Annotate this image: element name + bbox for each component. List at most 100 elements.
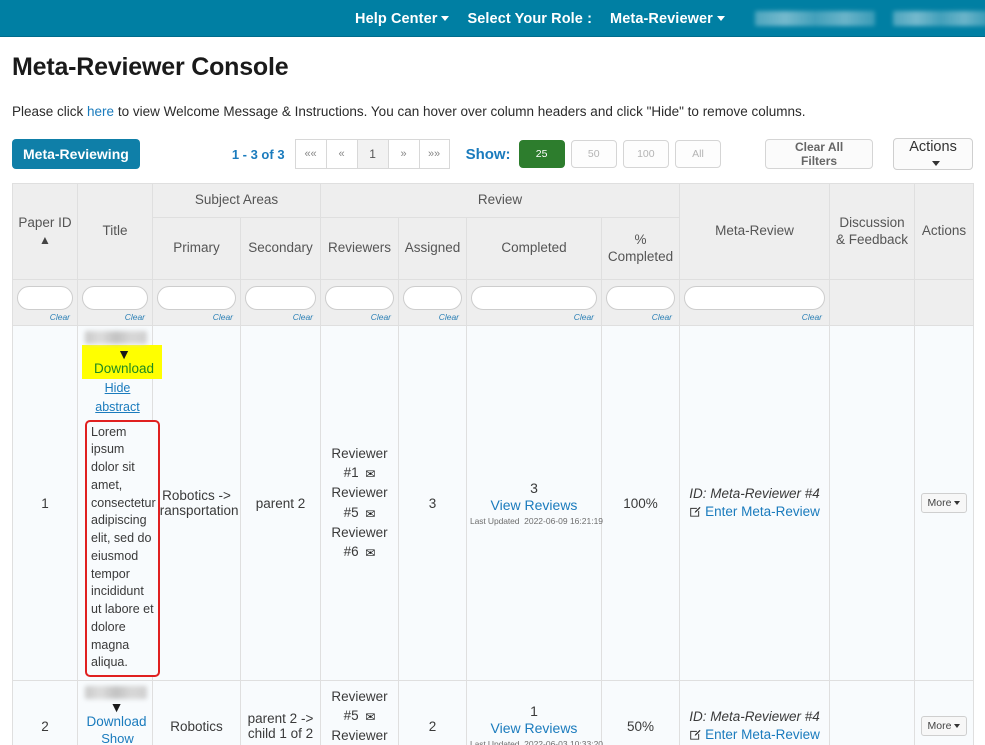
list-item: Reviewer #5 ✉ bbox=[324, 687, 395, 726]
pager-first[interactable]: «« bbox=[294, 139, 326, 169]
filter-clear-secondary[interactable]: Clear bbox=[245, 312, 316, 322]
filter-input-primary[interactable] bbox=[157, 286, 236, 310]
meta-reviewer-id: ID: Meta-Reviewer #4 bbox=[689, 485, 820, 501]
filter-clear-paper-id[interactable]: Clear bbox=[17, 312, 73, 322]
completed-count: 1 bbox=[530, 703, 538, 719]
cell-secondary: parent 2 -> child 1 of 2 bbox=[240, 680, 321, 745]
cell-meta-review: ID: Meta-Reviewer #4 Enter Meta-Review bbox=[679, 680, 831, 745]
pencil-square-icon bbox=[689, 728, 702, 744]
th-discussion-feedback[interactable]: Discussion & Feedback bbox=[829, 183, 916, 280]
filter-input-title[interactable] bbox=[82, 286, 148, 310]
enter-meta-review-link[interactable]: Enter Meta-Review bbox=[683, 504, 826, 521]
nav-role-meta-reviewer[interactable]: Meta-Reviewer bbox=[610, 11, 725, 27]
th-group-review: Review bbox=[319, 183, 681, 218]
reviewer-list: Reviewer #1 ✉ Reviewer #5 ✉ Reviewer #6 … bbox=[324, 444, 395, 562]
more-dropdown-button[interactable]: More bbox=[920, 493, 968, 513]
cell-paper-id: 2 bbox=[12, 680, 78, 745]
enter-meta-review-link[interactable]: Enter Meta-Review bbox=[683, 727, 826, 744]
reviewer-name: Reviewer #6 bbox=[331, 524, 388, 559]
filter-input-assigned[interactable] bbox=[403, 286, 462, 310]
cell-completed: 3 View Reviews Last Updated 2022-06-09 1… bbox=[466, 325, 603, 681]
filter-input-paper-id[interactable] bbox=[17, 286, 73, 310]
abstract-text: Lorem ipsum dolor sit amet, consectetur … bbox=[85, 419, 160, 677]
show-100-button[interactable]: 100 bbox=[622, 140, 669, 168]
th-secondary[interactable]: Secondary bbox=[240, 217, 321, 280]
reviewer-list: Reviewer #5 ✉ Reviewer #4 ✉ bbox=[324, 687, 395, 745]
cell-paper-id: 1 bbox=[12, 325, 78, 681]
nav-help-center[interactable]: Help Center bbox=[355, 10, 450, 27]
filter-input-meta-review[interactable] bbox=[684, 286, 826, 310]
pager-prev[interactable]: « bbox=[325, 139, 357, 169]
pager-last[interactable]: »» bbox=[418, 139, 450, 169]
chevron-down-icon bbox=[954, 724, 961, 729]
cell-reviewers: Reviewer #5 ✉ Reviewer #4 ✉ bbox=[320, 680, 399, 745]
th-completed[interactable]: Completed bbox=[466, 217, 602, 280]
filter-clear-primary[interactable]: Clear bbox=[157, 312, 236, 322]
filter-input-secondary[interactable] bbox=[245, 286, 316, 310]
envelope-icon[interactable]: ✉ bbox=[365, 709, 375, 726]
nav-redacted-item-1[interactable] bbox=[754, 11, 875, 26]
view-reviews-link[interactable]: View Reviews bbox=[470, 720, 598, 736]
th-title[interactable]: Title bbox=[77, 183, 153, 280]
filter-clear-title[interactable]: Clear bbox=[82, 312, 148, 322]
filter-clear-reviewers[interactable]: Clear bbox=[325, 312, 394, 322]
envelope-icon[interactable]: ✉ bbox=[365, 506, 375, 523]
nav-help-center-label: Help Center bbox=[355, 10, 438, 27]
cell-actions: More bbox=[914, 680, 975, 745]
papers-table: Paper ID ▲ Title Subject Areas Review Met… bbox=[12, 183, 975, 745]
pager-next[interactable]: » bbox=[387, 139, 419, 169]
cell-title: ▼ Download Show Abstract bbox=[77, 680, 153, 745]
enter-meta-review-label: Enter Meta-Review bbox=[705, 726, 820, 742]
filter-clear-completed[interactable]: Clear bbox=[471, 312, 597, 322]
instructions-text: Please click here to view Welcome Messag… bbox=[12, 104, 973, 119]
cell-completed: 1 View Reviews Last Updated 2022-06-03 1… bbox=[466, 680, 604, 745]
cell-actions: More bbox=[914, 325, 975, 681]
last-updated-value: 2022-06-03 10:33:20 bbox=[524, 739, 604, 745]
top-navigation-bar: Help Center Select Your Role : Meta-Revi… bbox=[0, 0, 985, 37]
actions-dropdown-button[interactable]: Actions bbox=[893, 138, 973, 170]
filter-cell-completed: Clear bbox=[466, 279, 602, 326]
abstract-toggle-link[interactable]: Show Abstract bbox=[86, 729, 149, 745]
th-primary[interactable]: Primary bbox=[152, 217, 241, 280]
filter-cell-primary: Clear bbox=[152, 279, 241, 326]
th-pct-completed[interactable]: % Completed bbox=[600, 217, 681, 280]
chevron-down-icon bbox=[931, 160, 940, 166]
instructions-here-link[interactable]: here bbox=[87, 104, 114, 119]
page-title: Meta-Reviewer Console bbox=[12, 53, 289, 81]
download-link[interactable]: Download bbox=[84, 714, 149, 729]
filter-input-completed[interactable] bbox=[471, 286, 597, 310]
th-assigned[interactable]: Assigned bbox=[398, 217, 467, 280]
filter-input-reviewers[interactable] bbox=[325, 286, 394, 310]
show-all-button[interactable]: All bbox=[674, 140, 721, 168]
abstract-toggle-link[interactable]: Hide abstract bbox=[86, 379, 149, 417]
more-dropdown-button[interactable]: More bbox=[920, 716, 968, 736]
pager-page-1[interactable]: 1 bbox=[356, 139, 388, 169]
filter-clear-assigned[interactable]: Clear bbox=[403, 312, 462, 322]
filter-cell-secondary: Clear bbox=[240, 279, 321, 326]
instructions-prefix: Please click bbox=[12, 104, 88, 119]
cell-secondary: parent 2 bbox=[240, 325, 321, 681]
th-reviewers[interactable]: Reviewers bbox=[320, 217, 399, 280]
filter-clear-meta-review[interactable]: Clear bbox=[684, 312, 825, 322]
envelope-icon[interactable]: ✉ bbox=[365, 545, 375, 562]
group-header-row: Paper ID ▲ Title Subject Areas Review Met… bbox=[12, 183, 975, 280]
table-head: Paper ID ▲ Title Subject Areas Review Met… bbox=[12, 183, 975, 326]
filter-row: Clear Clear Clear Clear Clear Clear Clea… bbox=[12, 279, 975, 326]
nav-redacted-item-2[interactable] bbox=[892, 11, 985, 26]
th-meta-review[interactable]: Meta-Review bbox=[679, 183, 831, 280]
filter-input-pct-completed[interactable] bbox=[606, 286, 676, 310]
table-row: 1 ▼ Download Hide abstract Lorem ipsum d… bbox=[12, 325, 975, 681]
show-50-button[interactable]: 50 bbox=[570, 140, 617, 168]
download-link[interactable]: Download bbox=[88, 361, 160, 376]
cell-title: ▼ Download Hide abstract Lorem ipsum dol… bbox=[77, 325, 162, 681]
tab-meta-reviewing[interactable]: Meta-Reviewing bbox=[12, 139, 140, 169]
view-reviews-link[interactable]: View Reviews bbox=[470, 497, 598, 513]
envelope-icon[interactable]: ✉ bbox=[365, 466, 375, 483]
cell-pct-completed: 100% bbox=[600, 325, 681, 681]
show-25-button[interactable]: 25 bbox=[518, 140, 565, 168]
clear-all-filters-button[interactable]: Clear All Filters bbox=[765, 139, 874, 169]
filter-clear-pct-completed[interactable]: Clear bbox=[606, 312, 675, 322]
list-item: Reviewer #5 ✉ bbox=[324, 483, 395, 522]
filter-cell-assigned: Clear bbox=[398, 279, 467, 326]
th-paper-id[interactable]: Paper ID ▲ bbox=[12, 183, 78, 280]
